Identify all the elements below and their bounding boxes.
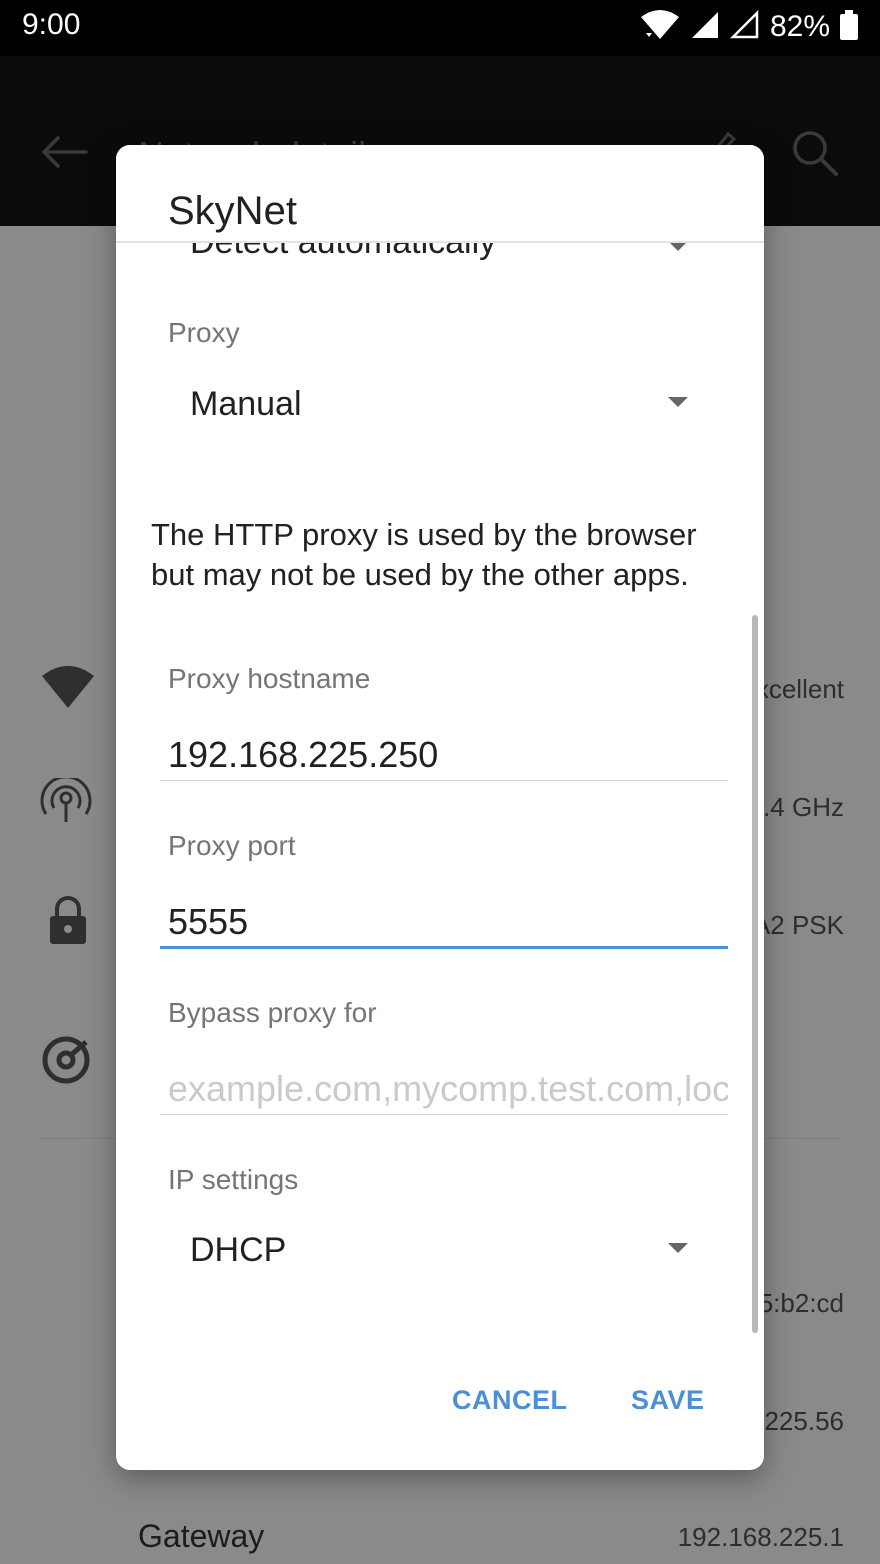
bypass-proxy-input[interactable] [160, 1063, 728, 1115]
battery-icon [840, 9, 858, 45]
dialog-title: SkyNet [168, 189, 297, 234]
signal-full-icon [690, 10, 720, 45]
gateway-label: Gateway [138, 1518, 265, 1554]
chevron-down-icon[interactable] [668, 1243, 688, 1253]
lock-icon [48, 896, 88, 951]
bypass-proxy-label: Bypass proxy for [168, 997, 377, 1028]
proxy-hostname-input[interactable] [160, 729, 728, 781]
proxy-hostname-label: Proxy hostname [168, 663, 371, 694]
cancel-button[interactable]: CANCEL [452, 1385, 568, 1416]
wifi-strength-icon [40, 664, 96, 715]
proxy-select[interactable]: Manual [190, 385, 302, 424]
status-icons: 82% [640, 8, 858, 46]
gateway-value: 192.168.225.1 [677, 1522, 844, 1552]
privacy-icon [40, 1034, 92, 1091]
status-bar: 9:00 82% [0, 0, 880, 56]
dialog-header-divider [116, 241, 764, 243]
search-icon[interactable] [790, 128, 840, 183]
proxy-port-label: Proxy port [168, 830, 296, 861]
back-arrow-icon[interactable] [40, 134, 88, 175]
dialog-scrollbar[interactable] [752, 615, 758, 1333]
chevron-down-icon[interactable] [668, 397, 688, 407]
wifi-icon [640, 9, 680, 46]
dialog-scroll-content[interactable]: Detect automatically Proxy Manual The HT… [116, 145, 764, 1345]
save-button[interactable]: SAVE [631, 1385, 705, 1416]
antenna-icon [40, 775, 92, 829]
ip-settings-select[interactable]: DHCP [190, 1231, 286, 1270]
proxy-settings-dialog: SkyNet Detect automatically Proxy Manual… [116, 145, 764, 1470]
status-time: 9:00 [22, 8, 81, 41]
proxy-label: Proxy [168, 317, 240, 348]
proxy-info-text: The HTTP proxy is used by the browser bu… [151, 517, 697, 592]
battery-percent: 82% [769, 10, 830, 43]
ip-settings-label: IP settings [168, 1164, 299, 1195]
proxy-port-input[interactable] [160, 897, 728, 949]
signal-empty-icon [729, 9, 760, 45]
